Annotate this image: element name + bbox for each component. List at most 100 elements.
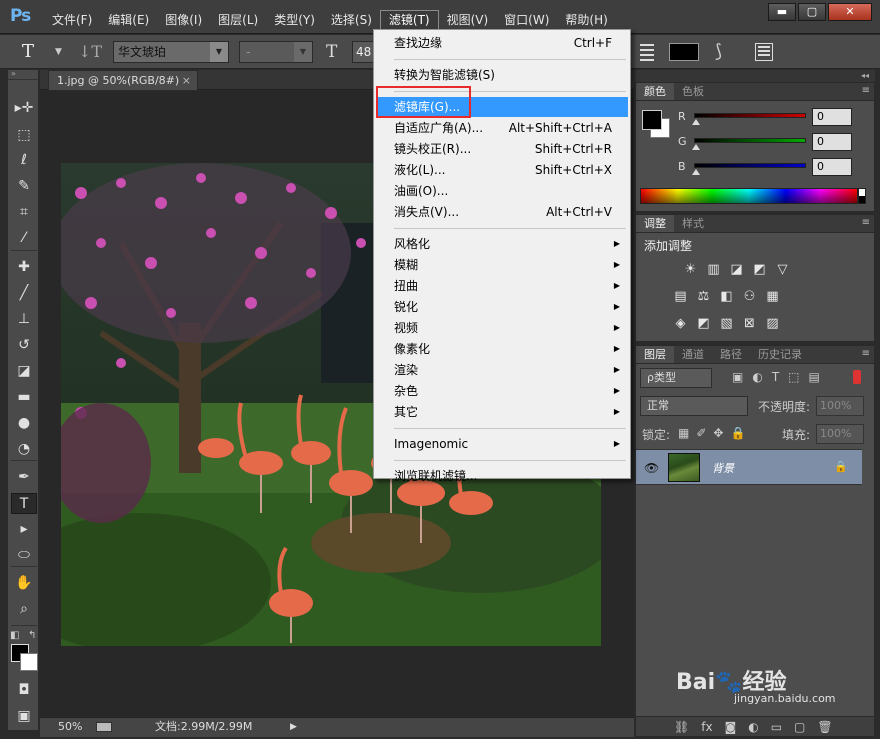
- close-icon[interactable]: ×: [182, 71, 191, 90]
- font-family-select[interactable]: 华文琥珀 ▼: [113, 41, 229, 63]
- slider-thumb[interactable]: [692, 119, 700, 125]
- filter-menu-item-9[interactable]: 消失点(V)... Alt+Ctrl+V: [376, 202, 628, 222]
- filter-icon-0[interactable]: ▣: [732, 370, 743, 384]
- filter-menu-item-0[interactable]: 查找边缘 Ctrl+F: [376, 33, 628, 53]
- slider-track[interactable]: [694, 113, 806, 118]
- filter-menu-item-8[interactable]: 油画(O)...: [376, 181, 628, 201]
- filter-menu-item-19[interactable]: 其它 ▶: [376, 402, 628, 422]
- tab-color-0[interactable]: 颜色: [636, 83, 674, 100]
- character-panel-icon[interactable]: [755, 43, 773, 61]
- adjustment-icon-0-0[interactable]: ☀: [682, 262, 699, 277]
- filter-toggle[interactable]: [853, 370, 861, 384]
- adjustment-icon-0-3[interactable]: ◩: [751, 262, 768, 277]
- adjustment-icon-2-3[interactable]: ⊠: [741, 316, 758, 331]
- screen-mode-icon[interactable]: ▣: [11, 706, 37, 727]
- healing-icon[interactable]: ✚: [11, 257, 37, 278]
- zoom-level[interactable]: 50%: [58, 718, 82, 736]
- slider-thumb[interactable]: [692, 169, 700, 175]
- background-color-swatch[interactable]: [20, 653, 38, 671]
- filter-menu-item-14[interactable]: 锐化 ▶: [376, 297, 628, 317]
- fill-input[interactable]: 100%: [816, 424, 864, 444]
- quick-mask-icon[interactable]: ◘: [11, 680, 37, 701]
- menu-6[interactable]: 滤镜(T): [379, 10, 439, 30]
- tab-adjust-0[interactable]: 调整: [636, 215, 674, 232]
- slider-value-input[interactable]: 0: [812, 133, 852, 151]
- move-icon[interactable]: ▸✛: [11, 98, 37, 119]
- menu-1[interactable]: 编辑(E): [100, 10, 157, 30]
- type-icon[interactable]: T: [11, 493, 37, 514]
- blur-icon[interactable]: ●: [11, 413, 37, 434]
- dodge-icon[interactable]: ◔: [11, 439, 37, 460]
- tab-color-1[interactable]: 色板: [674, 83, 712, 100]
- filter-icon-2[interactable]: T: [772, 370, 779, 384]
- lock-icon-3[interactable]: 🔒: [730, 426, 745, 440]
- slider-track[interactable]: [694, 163, 806, 168]
- layers-footer-icon-0[interactable]: ⛓: [674, 717, 689, 736]
- foreground-color-swatch[interactable]: [642, 110, 662, 130]
- align-icon[interactable]: [640, 41, 654, 63]
- adjustment-icon-1-3[interactable]: ⚇: [741, 289, 758, 304]
- chevron-down-icon[interactable]: ▼: [294, 42, 312, 62]
- slider-value-input[interactable]: 0: [812, 108, 852, 126]
- filter-menu-item-21[interactable]: Imagenomic ▶: [376, 434, 628, 454]
- filter-icon-1[interactable]: ◐: [752, 370, 762, 384]
- filter-menu-item-15[interactable]: 视频 ▶: [376, 318, 628, 338]
- black-white-swatch[interactable]: [858, 188, 866, 204]
- filter-menu-item-2[interactable]: 转换为智能滤镜(S): [376, 65, 628, 85]
- default-colors-icon[interactable]: ◧: [10, 630, 19, 641]
- document-tab[interactable]: 1.jpg @ 50%(RGB/8#) ×: [48, 70, 198, 90]
- menu-0[interactable]: 文件(F): [44, 10, 100, 30]
- layers-footer-icon-5[interactable]: ▢: [794, 717, 805, 736]
- chevron-right-icon[interactable]: ▶: [290, 718, 297, 736]
- lock-icon-0[interactable]: ▦: [678, 426, 689, 440]
- history-brush-icon[interactable]: ↺: [11, 335, 37, 356]
- filter-menu-item-17[interactable]: 渲染 ▶: [376, 360, 628, 380]
- tab-layers-0[interactable]: 图层: [636, 346, 674, 363]
- menu-5[interactable]: 选择(S): [323, 10, 380, 30]
- text-orientation-icon[interactable]: ↓T: [78, 41, 102, 63]
- eyedropper-icon[interactable]: ⁄: [11, 228, 37, 249]
- lock-icon-2[interactable]: ✥: [713, 426, 723, 440]
- layers-footer-icon-3[interactable]: ◐: [748, 717, 758, 736]
- toolbox-grip[interactable]: »: [8, 70, 38, 80]
- adjustment-icon-2-0[interactable]: ◈: [672, 316, 689, 331]
- font-size-input[interactable]: 48: [352, 41, 374, 63]
- filter-menu-item-13[interactable]: 扭曲 ▶: [376, 276, 628, 296]
- text-color-swatch[interactable]: [669, 43, 699, 61]
- adjustment-icon-2-4[interactable]: ▨: [764, 316, 781, 331]
- crop-icon[interactable]: ⌗: [11, 202, 37, 223]
- gradient-icon[interactable]: ▬: [11, 387, 37, 408]
- tab-adjust-1[interactable]: 样式: [674, 215, 712, 232]
- slider-track[interactable]: [694, 138, 806, 143]
- pen-icon[interactable]: ✒: [11, 467, 37, 488]
- adjustment-icon-2-1[interactable]: ◩: [695, 316, 712, 331]
- menu-7[interactable]: 视图(V): [439, 10, 497, 30]
- adjustment-icon-0-4[interactable]: ▽: [774, 262, 791, 277]
- adjustment-icon-1-4[interactable]: ▦: [764, 289, 781, 304]
- maximize-button[interactable]: ▢: [798, 3, 826, 21]
- adjustment-icon-1-1[interactable]: ⚖: [695, 289, 712, 304]
- adjustment-icon-0-2[interactable]: ◪: [728, 262, 745, 277]
- adjustment-icon-2-2[interactable]: ▧: [718, 316, 735, 331]
- filter-icon-3[interactable]: ⬚: [788, 370, 799, 384]
- filter-menu-item-16[interactable]: 像素化 ▶: [376, 339, 628, 359]
- filter-menu-item-6[interactable]: 镜头校正(R)... Shift+Ctrl+R: [376, 139, 628, 159]
- zoom-icon[interactable]: ⌕: [11, 599, 37, 620]
- menu-8[interactable]: 窗口(W): [496, 10, 557, 30]
- color-spectrum[interactable]: [640, 188, 858, 204]
- swap-colors-icon[interactable]: ↰: [28, 630, 36, 641]
- menu-4[interactable]: 类型(Y): [266, 10, 323, 30]
- path-select-icon[interactable]: ▸: [11, 519, 37, 540]
- panels-grip[interactable]: ◂◂: [635, 70, 875, 82]
- panel-menu-icon[interactable]: ≡: [862, 348, 870, 359]
- layers-footer-icon-2[interactable]: ◙: [725, 717, 737, 736]
- stamp-icon[interactable]: ⊥: [11, 309, 37, 330]
- marquee-icon[interactable]: ⬚: [11, 125, 37, 146]
- menu-3[interactable]: 图层(L): [210, 10, 266, 30]
- tab-layers-2[interactable]: 路径: [712, 346, 750, 363]
- menu-2[interactable]: 图像(I): [157, 10, 210, 30]
- chevron-down-icon[interactable]: ▼: [210, 42, 228, 62]
- warp-text-icon[interactable]: ⟆: [715, 41, 722, 63]
- tab-layers-1[interactable]: 通道: [674, 346, 712, 363]
- eye-icon[interactable]: 👁: [644, 461, 659, 475]
